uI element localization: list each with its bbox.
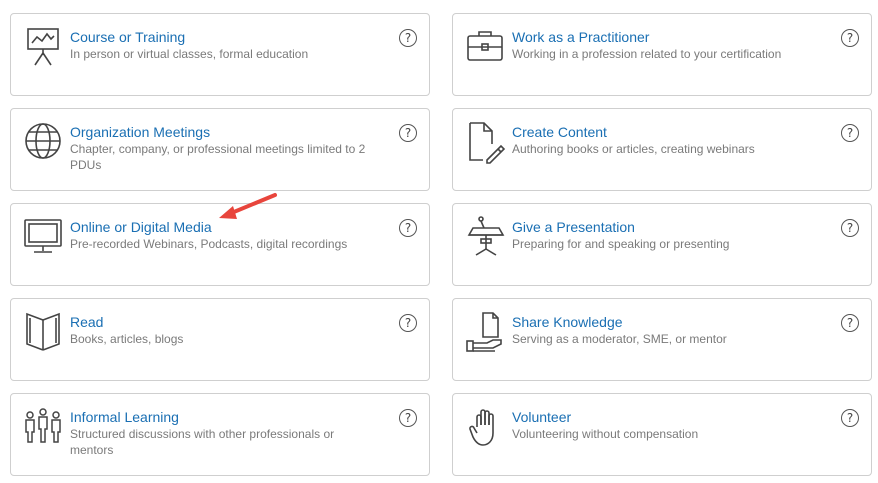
presentation-board-icon [23, 25, 63, 69]
card-description: Authoring books or articles, creating we… [512, 142, 755, 156]
card-read[interactable]: Read Books, articles, blogs ? [10, 298, 430, 381]
card-title: Create Content [512, 124, 607, 140]
help-icon[interactable]: ? [841, 29, 859, 47]
card-title: Read [70, 314, 104, 330]
monitor-icon [23, 215, 63, 259]
card-share-knowledge[interactable]: Share Knowledge Serving as a moderator, … [452, 298, 872, 381]
help-icon[interactable]: ? [841, 409, 859, 427]
card-description: Books, articles, blogs [70, 332, 184, 346]
card-title: Informal Learning [70, 409, 179, 425]
help-icon[interactable]: ? [399, 314, 417, 332]
card-description: Chapter, company, or professional meetin… [70, 142, 366, 172]
card-title: Online or Digital Media [70, 219, 212, 235]
hand-document-icon [465, 310, 505, 354]
card-description: Preparing for and speaking or presenting [512, 237, 730, 251]
card-description: Volunteering without compensation [512, 427, 699, 441]
card-work-as-practitioner[interactable]: Work as a Practitioner Working in a prof… [452, 13, 872, 96]
help-icon[interactable]: ? [399, 29, 417, 47]
people-group-icon [23, 405, 63, 449]
card-title: Course or Training [70, 29, 186, 45]
help-icon[interactable]: ? [399, 409, 417, 427]
card-description: Serving as a moderator, SME, or mentor [512, 332, 727, 346]
card-organization-meetings[interactable]: Organization Meetings Chapter, company, … [10, 108, 430, 191]
help-icon[interactable]: ? [841, 314, 859, 332]
card-title: Volunteer [512, 409, 572, 425]
card-course-or-training[interactable]: Course or Training In person or virtual … [10, 13, 430, 96]
briefcase-icon [465, 25, 505, 69]
card-title: Organization Meetings [70, 124, 211, 140]
podium-icon [465, 215, 505, 259]
open-book-icon [23, 310, 63, 354]
help-icon[interactable]: ? [399, 124, 417, 142]
raised-hand-icon [465, 405, 505, 449]
card-description: Structured discussions with other profes… [70, 427, 335, 457]
card-give-a-presentation[interactable]: Give a Presentation Preparing for and sp… [452, 203, 872, 286]
card-create-content[interactable]: Create Content Authoring books or articl… [452, 108, 872, 191]
card-description: In person or virtual classes, formal edu… [70, 47, 309, 61]
help-icon[interactable]: ? [841, 124, 859, 142]
document-pencil-icon [465, 120, 506, 164]
help-icon[interactable]: ? [841, 219, 859, 237]
card-title: Work as a Practitioner [512, 29, 650, 45]
card-online-or-digital-media[interactable]: Online or Digital Media Pre-recorded Web… [10, 203, 430, 286]
card-volunteer[interactable]: Volunteer Volunteering without compensat… [452, 393, 872, 476]
card-description: Working in a profession related to your … [512, 47, 782, 61]
activity-category-grid: Course or Training In person or virtual … [0, 0, 878, 483]
card-informal-learning[interactable]: Informal Learning Structured discussions… [10, 393, 430, 476]
card-title: Share Knowledge [512, 314, 623, 330]
globe-icon [23, 120, 63, 164]
card-description: Pre-recorded Webinars, Podcasts, digital… [70, 237, 348, 251]
card-title: Give a Presentation [512, 219, 635, 235]
help-icon[interactable]: ? [399, 219, 417, 237]
